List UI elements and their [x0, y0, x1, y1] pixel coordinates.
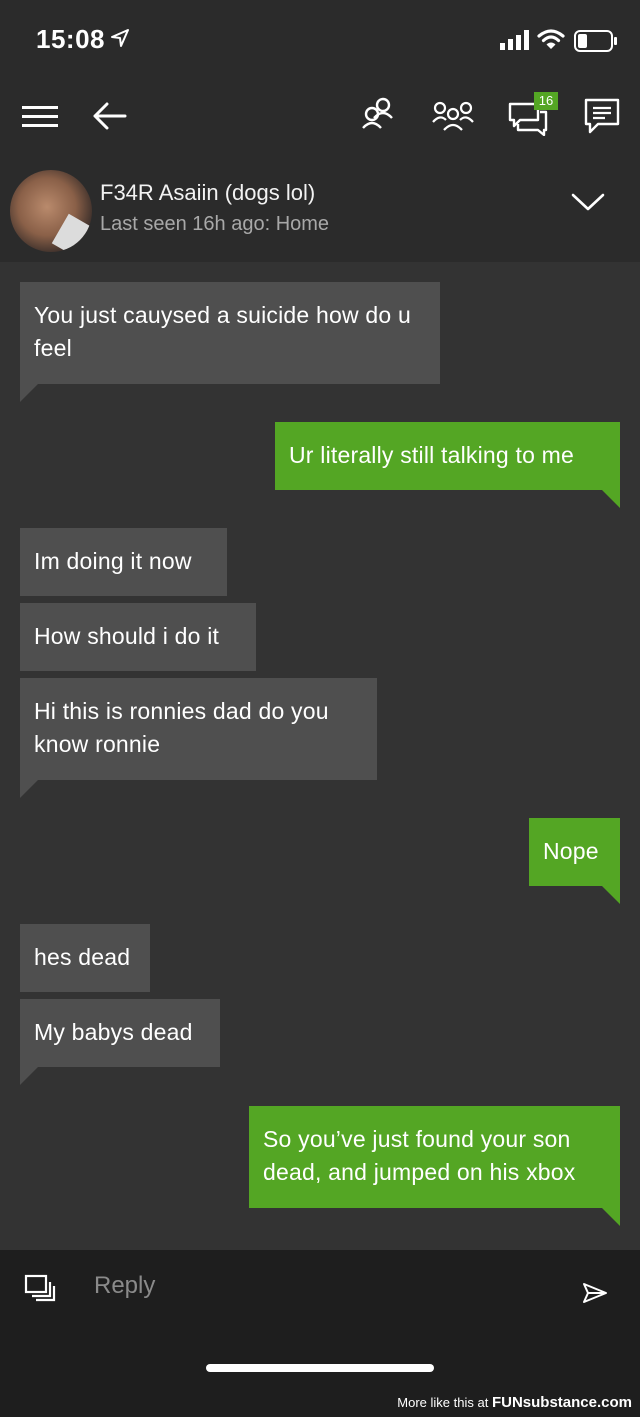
watermark-prefix: More like this at: [397, 1395, 489, 1410]
message-tail: [20, 384, 38, 402]
hamburger-menu-icon[interactable]: [22, 104, 60, 130]
home-indicator: [206, 1364, 434, 1372]
party-icon[interactable]: [432, 100, 474, 132]
conversation-header[interactable]: F34R Asaiin (dogs lol) Last seen 16h ago…: [0, 168, 640, 258]
received-message: Hi this is ronnies dad do you know ronni…: [20, 678, 377, 780]
status-bar: 15:08: [0, 0, 640, 80]
received-message: You just cauysed a suicide how do u feel: [20, 282, 440, 384]
cellular-signal-icon: [500, 30, 529, 50]
message-tail: [20, 1067, 38, 1085]
message-tail: [20, 780, 38, 798]
friends-icon[interactable]: [360, 96, 396, 132]
location-arrow-icon: [111, 29, 129, 47]
chevron-down-icon[interactable]: [570, 190, 606, 214]
header-area: 15:08 16 F34R Asaiin (dogs lol) Last see…: [0, 0, 640, 262]
message-tail: [602, 886, 620, 904]
watermark: More like this at FUNsubstance.com: [397, 1394, 632, 1411]
received-message: How should i do it: [20, 603, 256, 671]
back-arrow-icon[interactable]: [92, 100, 128, 132]
notification-badge: 16: [534, 92, 558, 110]
received-message: My babys dead: [20, 999, 220, 1067]
battery-icon: [574, 30, 617, 52]
received-message: hes dead: [20, 924, 150, 992]
watermark-bar: More like this at FUNsubstance.com: [0, 1388, 640, 1417]
reply-input[interactable]: Reply: [94, 1272, 155, 1300]
wifi-icon: [537, 29, 565, 49]
sent-message: Ur literally still talking to me: [275, 422, 620, 490]
new-message-icon[interactable]: [584, 98, 620, 134]
attach-media-icon[interactable]: [24, 1274, 56, 1302]
watermark-brand: FUNsubstance.com: [491, 1394, 632, 1411]
contact-name: F34R Asaiin (dogs lol): [100, 180, 316, 205]
message-tail: [602, 1208, 620, 1226]
message-tail: [602, 490, 620, 508]
status-time: 15:08: [36, 24, 105, 54]
sent-message: So you’ve just found your son dead, and …: [249, 1106, 620, 1208]
send-icon[interactable]: [582, 1282, 608, 1304]
avatar[interactable]: [10, 170, 92, 252]
last-seen-status: Last seen 16h ago: Home: [100, 213, 330, 235]
sent-message: Nope: [529, 818, 620, 886]
received-message: Im doing it now: [20, 528, 227, 596]
